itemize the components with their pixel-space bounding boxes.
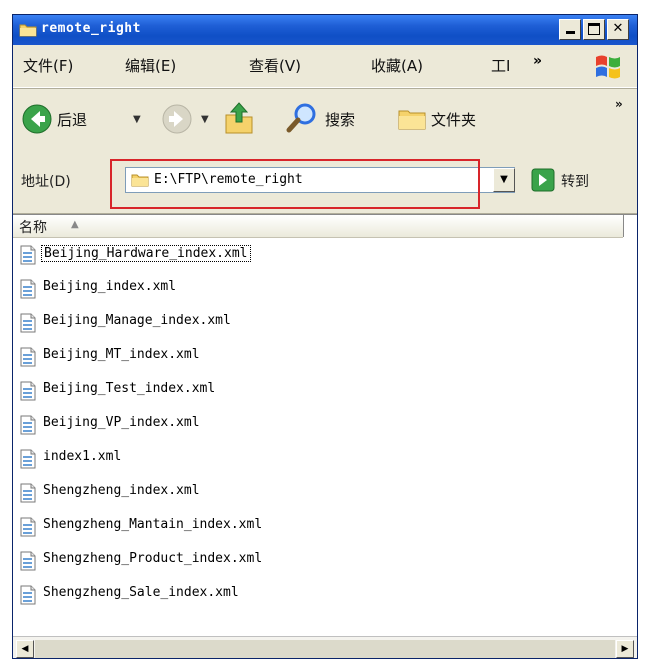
menu-edit[interactable]: 编辑(E)	[125, 55, 176, 76]
address-bar: 地址(D) E:\FTP\remote_right ▼ 转到	[13, 151, 637, 214]
address-label: 地址(D)	[21, 174, 71, 190]
explorer-window: remote_right ✕ 文件(F) 编辑(E) 查看(V) 收藏(A) 工…	[12, 14, 638, 659]
address-dropdown-button[interactable]: ▼	[493, 168, 515, 192]
scroll-right-button[interactable]: ▶	[616, 640, 634, 658]
folders-icon[interactable]	[397, 103, 427, 133]
menu-overflow-chevron[interactable]: »	[533, 53, 542, 69]
xml-file-icon	[20, 313, 36, 333]
file-name: Beijing_Manage_index.xml	[43, 313, 231, 328]
menu-bar: 文件(F) 编辑(E) 查看(V) 收藏(A) 工I »	[13, 45, 637, 88]
menu-file[interactable]: 文件(F)	[23, 55, 73, 76]
column-divider[interactable]	[623, 215, 624, 237]
file-name: Beijing_index.xml	[43, 279, 177, 294]
file-name: index1.xml	[43, 449, 122, 464]
minimize-button[interactable]	[559, 19, 581, 40]
back-arrow-icon[interactable]	[21, 103, 53, 135]
file-name: Beijing_VP_index.xml	[43, 415, 200, 430]
close-button[interactable]: ✕	[607, 19, 629, 40]
back-dropdown-icon[interactable]: ▼	[133, 114, 141, 125]
xml-file-icon	[20, 449, 36, 469]
sort-ascending-icon: ▲	[71, 219, 79, 230]
window-title: remote_right	[41, 21, 141, 36]
toolbar-overflow-chevron[interactable]: »	[615, 97, 623, 111]
xml-file-icon	[20, 347, 36, 367]
search-button-label[interactable]: 搜索	[325, 109, 355, 130]
xml-file-icon	[20, 585, 36, 605]
column-header-name[interactable]: 名称 ▲	[13, 215, 623, 238]
scroll-thumb[interactable]	[35, 640, 615, 658]
file-name: Beijing_MT_index.xml	[43, 347, 200, 362]
search-icon[interactable]	[285, 101, 319, 135]
windows-logo-icon	[596, 55, 620, 79]
folder-icon	[19, 24, 37, 37]
xml-file-icon	[20, 415, 36, 435]
file-name: Beijing_Hardware_index.xml	[41, 245, 251, 262]
horizontal-scrollbar[interactable]: ◀ ▶	[13, 636, 637, 658]
back-button-label[interactable]: 后退	[57, 109, 87, 130]
go-arrow-icon[interactable]	[531, 168, 555, 192]
menu-tools[interactable]: 工I	[491, 55, 510, 76]
scroll-left-button[interactable]: ◀	[16, 640, 34, 658]
file-name: Beijing_Test_index.xml	[43, 381, 216, 396]
xml-file-icon	[20, 381, 36, 401]
forward-arrow-icon[interactable]	[161, 103, 193, 135]
file-name: Shengzheng_Product_index.xml	[43, 551, 263, 566]
xml-file-icon	[20, 279, 36, 299]
xml-file-icon	[20, 483, 36, 503]
xml-file-icon	[20, 517, 36, 537]
menu-view[interactable]: 查看(V)	[249, 55, 301, 76]
file-name: Shengzheng_Mantain_index.xml	[43, 517, 263, 532]
xml-file-icon	[20, 245, 36, 265]
file-list-pane[interactable]: 名称 ▲ Beijing_Hardware_index.xml Beijing_i…	[13, 214, 637, 637]
file-name: Shengzheng_index.xml	[43, 483, 200, 498]
column-name-label: 名称	[19, 220, 47, 236]
go-button-label[interactable]: 转到	[561, 171, 589, 191]
up-folder-icon[interactable]	[223, 101, 255, 135]
xml-file-icon	[20, 551, 36, 571]
address-highlight-box	[110, 159, 480, 209]
title-bar[interactable]: remote_right ✕	[13, 15, 637, 45]
toolbar: 后退 ▼ ▼ 搜索 文件夹 »	[13, 88, 637, 152]
forward-dropdown-icon[interactable]: ▼	[201, 114, 209, 125]
menu-favorites[interactable]: 收藏(A)	[371, 55, 423, 76]
maximize-button[interactable]	[583, 19, 605, 40]
file-name: Shengzheng_Sale_index.xml	[43, 585, 239, 600]
folders-button-label[interactable]: 文件夹	[431, 109, 476, 130]
